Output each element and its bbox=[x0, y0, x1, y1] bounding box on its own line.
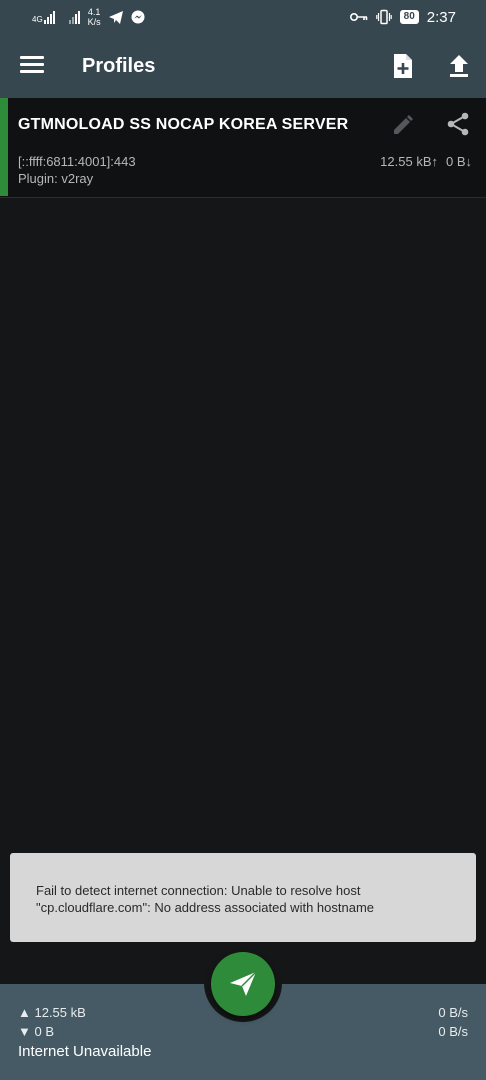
signal-4g-icon: 4G bbox=[32, 10, 55, 24]
edit-icon[interactable] bbox=[392, 114, 414, 136]
status-bar-left: 4G 4.1 K/s bbox=[32, 7, 145, 27]
menu-icon[interactable] bbox=[20, 56, 44, 76]
upload-icon[interactable] bbox=[446, 52, 472, 80]
network-type: 4G bbox=[32, 15, 43, 24]
vibrate-icon bbox=[375, 9, 392, 25]
profile-plugin: Plugin: v2ray bbox=[18, 171, 94, 186]
speed-unit: K/s bbox=[87, 17, 101, 27]
battery-icon: 80 bbox=[399, 10, 419, 24]
vpn-key-icon bbox=[349, 13, 367, 21]
upload-rate: 0 B/s bbox=[438, 1005, 468, 1020]
app-bar: Profiles bbox=[0, 34, 486, 98]
connection-status: Internet Unavailable bbox=[18, 1043, 152, 1060]
profile-rx: 0 B↓ bbox=[445, 154, 472, 169]
share-icon[interactable] bbox=[446, 112, 470, 136]
snackbar-line-1: Fail to detect internet connection: Unab… bbox=[36, 883, 361, 898]
status-bar-right: 80 2:37 bbox=[349, 8, 456, 26]
status-bar: 4G 4.1 K/s 80 2:37 bbox=[0, 0, 486, 34]
profile-name: GTMNOLOAD SS NOCAP KOREA SERVER bbox=[18, 116, 349, 133]
signal-icon bbox=[68, 10, 80, 24]
telegram-icon bbox=[108, 10, 123, 24]
messenger-icon bbox=[131, 10, 145, 24]
page-title: Profiles bbox=[82, 55, 156, 77]
active-indicator bbox=[0, 98, 8, 196]
snackbar-line-2: "cp.cloudflare.com": No address associat… bbox=[36, 900, 375, 915]
profile-tx: 12.55 kB↑ bbox=[380, 154, 438, 169]
profile-item[interactable]: GTMNOLOAD SS NOCAP KOREA SERVER [::ffff:… bbox=[0, 98, 486, 198]
error-snackbar: Fail to detect internet connection: Unab… bbox=[10, 853, 476, 942]
profile-address: [::ffff:6811:4001]:443 bbox=[18, 154, 136, 169]
speed-value: 4.1 bbox=[87, 7, 101, 17]
total-upload: ▲ 12.55 kB bbox=[18, 1005, 86, 1020]
download-rate: 0 B/s bbox=[438, 1024, 468, 1039]
connect-button[interactable] bbox=[211, 952, 275, 1016]
clock: 2:37 bbox=[426, 8, 456, 26]
total-download: ▼ 0 B bbox=[18, 1024, 54, 1039]
network-speed: 4.1 K/s bbox=[88, 7, 101, 27]
add-file-icon[interactable] bbox=[390, 52, 416, 80]
send-icon bbox=[230, 971, 257, 996]
